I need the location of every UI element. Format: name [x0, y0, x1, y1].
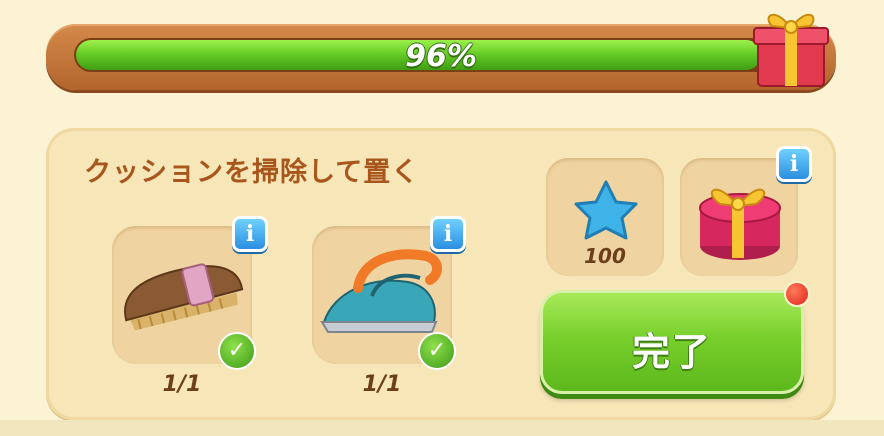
requirement-count-iron: 1/1 [362, 372, 402, 397]
task-panel: クッションを掃除して置く i ✓ 1/1 i ✓ 1/1 100 i 完了 [46, 128, 836, 420]
requirement-count-brush: 1/1 [162, 372, 202, 397]
check-icon-brush: ✓ [218, 332, 256, 370]
complete-button-label: 完了 [631, 330, 712, 374]
info-button-brush[interactable]: i [232, 216, 268, 252]
reward-star-amount: 100 [584, 244, 626, 268]
complete-button[interactable]: 完了 [540, 290, 804, 394]
progress-bar: 96% [46, 24, 836, 90]
notification-dot [784, 281, 810, 307]
check-icon-iron: ✓ [418, 332, 456, 370]
info-button-gift[interactable]: i [776, 146, 812, 182]
info-button-iron[interactable]: i [430, 216, 466, 252]
progress-percent: 96% [405, 39, 477, 74]
milestone-gift-icon[interactable] [750, 2, 832, 90]
bottom-strip [0, 420, 884, 436]
task-title: クッションを掃除して置く [84, 157, 420, 188]
reward-star: 100 [546, 158, 664, 276]
